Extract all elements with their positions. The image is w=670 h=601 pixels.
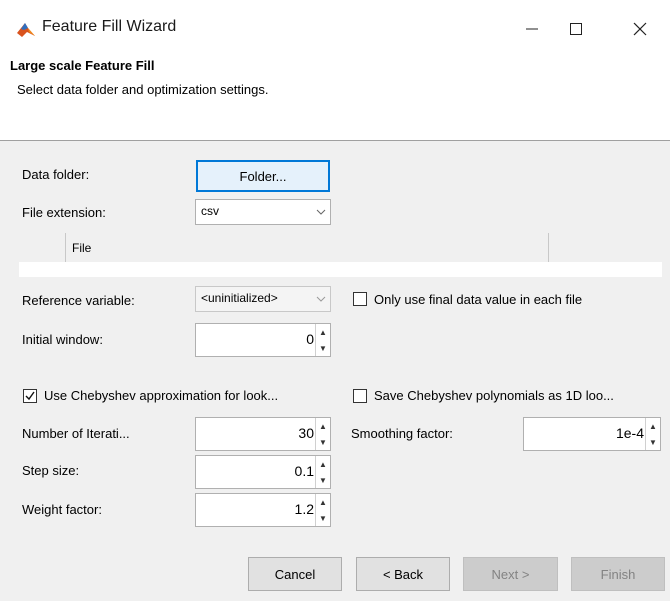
iterations-spinner[interactable]: 30 ▲ ▼ xyxy=(195,417,331,451)
chevron-down-icon xyxy=(312,200,330,224)
minimize-icon[interactable] xyxy=(512,14,552,44)
checkmark-icon xyxy=(25,391,35,401)
table-column-divider xyxy=(65,233,66,262)
file-extension-select[interactable]: csv xyxy=(195,199,331,225)
spin-up-icon[interactable]: ▲ xyxy=(647,418,659,434)
wizard-header-title: Large scale Feature Fill xyxy=(10,58,155,73)
spin-down-icon[interactable]: ▼ xyxy=(317,340,329,356)
smoothing-factor-value: 1e-4 xyxy=(615,425,644,441)
initial-window-value: 0 xyxy=(306,331,314,347)
matlab-icon xyxy=(16,20,36,40)
only-final-checkbox[interactable] xyxy=(353,292,367,306)
use-chebyshev-label: Use Chebyshev approximation for look... xyxy=(44,388,279,403)
chevron-down-icon xyxy=(312,287,330,311)
spin-down-icon[interactable]: ▼ xyxy=(317,434,329,450)
spin-down-icon[interactable]: ▼ xyxy=(647,434,659,450)
smoothing-factor-spinner[interactable]: 1e-4 ▲ ▼ xyxy=(523,417,661,451)
reference-variable-value: <uninitialized> xyxy=(201,291,278,305)
finish-button[interactable]: Finish xyxy=(571,557,665,591)
folder-button[interactable]: Folder... xyxy=(196,160,330,192)
window-title: Feature Fill Wizard xyxy=(42,18,177,35)
close-icon[interactable] xyxy=(620,14,660,44)
weight-factor-spinner[interactable]: 1.2 ▲ ▼ xyxy=(195,493,331,527)
wizard-header-subtitle: Select data folder and optimization sett… xyxy=(17,82,269,97)
next-button[interactable]: Next > xyxy=(463,557,558,591)
file-extension-label: File extension: xyxy=(22,205,106,220)
spin-up-icon[interactable]: ▲ xyxy=(317,324,329,340)
cancel-button[interactable]: Cancel xyxy=(248,557,342,591)
data-folder-label: Data folder: xyxy=(22,167,90,182)
use-chebyshev-checkbox[interactable] xyxy=(23,389,37,403)
save-chebyshev-checkbox[interactable] xyxy=(353,389,367,403)
initial-window-label: Initial window: xyxy=(22,332,103,347)
file-table-header xyxy=(19,233,662,262)
iterations-value: 30 xyxy=(298,425,314,441)
smoothing-factor-label: Smoothing factor: xyxy=(351,426,453,441)
reference-variable-select[interactable]: <uninitialized> xyxy=(195,286,331,312)
weight-factor-label: Weight factor: xyxy=(22,502,102,517)
table-column-file[interactable]: File xyxy=(72,241,91,255)
spin-down-icon[interactable]: ▼ xyxy=(317,510,329,526)
only-final-label: Only use final data value in each file xyxy=(374,292,583,307)
spin-down-icon[interactable]: ▼ xyxy=(317,472,329,488)
save-chebyshev-label: Save Chebyshev polynomials as 1D loo... xyxy=(374,388,614,403)
spin-up-icon[interactable]: ▲ xyxy=(317,494,329,510)
step-size-spinner[interactable]: 0.1 ▲ ▼ xyxy=(195,455,331,489)
step-size-value: 0.1 xyxy=(294,463,314,479)
reference-variable-label: Reference variable: xyxy=(22,293,135,308)
back-button[interactable]: < Back xyxy=(356,557,450,591)
weight-factor-value: 1.2 xyxy=(294,501,314,517)
file-extension-value: csv xyxy=(201,204,219,218)
iterations-label: Number of Iterati... xyxy=(22,426,130,441)
spin-up-icon[interactable]: ▲ xyxy=(317,418,329,434)
initial-window-spinner[interactable]: 0 ▲ ▼ xyxy=(195,323,331,357)
maximize-icon[interactable] xyxy=(556,14,596,44)
spin-up-icon[interactable]: ▲ xyxy=(317,456,329,472)
table-column-divider xyxy=(548,233,549,262)
step-size-label: Step size: xyxy=(22,463,80,478)
file-table-body[interactable] xyxy=(19,262,662,277)
